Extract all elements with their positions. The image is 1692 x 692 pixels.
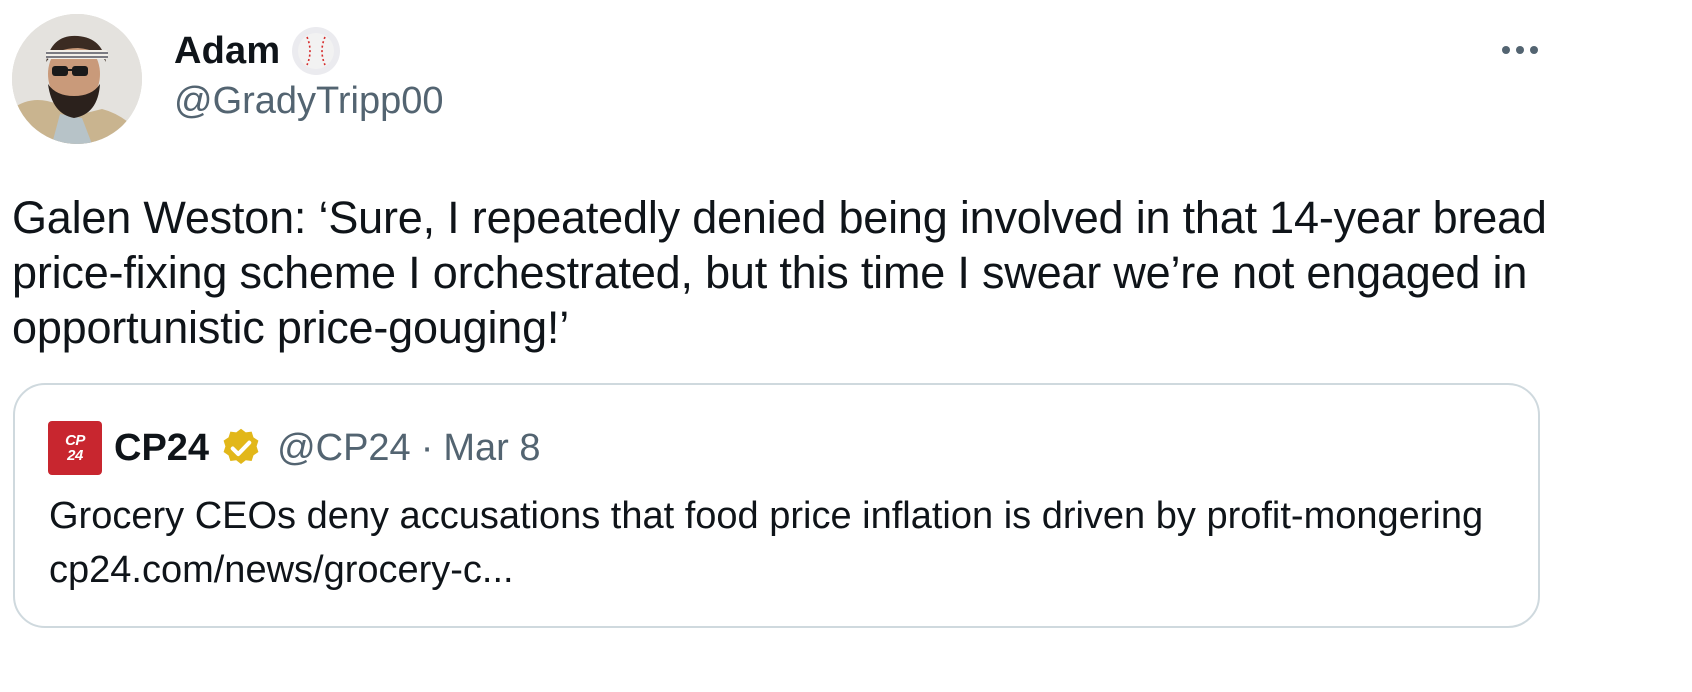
avatar-photo-icon: [12, 14, 142, 144]
tweet-text: Galen Weston: ‘Sure, I repeatedly denied…: [12, 192, 1547, 353]
quoted-handle: @CP24: [277, 426, 411, 469]
verified-badge-icon: [223, 428, 259, 464]
more-options-button[interactable]: [1488, 32, 1552, 68]
quoted-tweet-header: CP 24 CP24 @CP24 · Mar 8: [48, 421, 541, 475]
baseball-icon: [292, 27, 341, 75]
author-name-row: Adam: [174, 26, 341, 76]
author-avatar[interactable]: [12, 14, 142, 144]
quoted-tweet-card[interactable]: CP 24 CP24 @CP24 · Mar 8 Grocery CEOs de…: [13, 383, 1540, 628]
quoted-tweet-text: Grocery CEOs deny accusations that food …: [49, 495, 1484, 591]
quoted-display-name: CP24: [114, 426, 210, 469]
cp24-logo-line-2: 24: [67, 447, 83, 464]
tweet: Adam @GradyTripp00 Galen Weston: ‘Sure, …: [0, 0, 1692, 692]
cp24-logo-line-1: CP: [65, 432, 85, 449]
more-horizontal-icon: [1502, 46, 1538, 54]
quoted-date: Mar 8: [443, 426, 541, 469]
quoted-separator: ·: [420, 426, 434, 469]
cp24-logo: CP 24: [48, 421, 102, 475]
author-display-name[interactable]: Adam: [174, 30, 280, 73]
author-handle[interactable]: @GradyTripp00: [174, 80, 444, 123]
